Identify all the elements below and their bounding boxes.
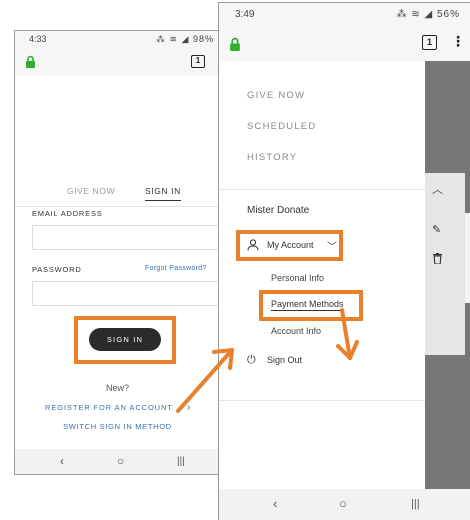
power-icon: ⏻ (247, 354, 256, 366)
lock-icon (230, 37, 240, 51)
switch-sign-in-method-link[interactable]: SWITCH SIGN IN METHOD (15, 422, 220, 431)
drawer-divider-bottom (219, 400, 425, 401)
background-card-edge (465, 213, 470, 303)
forgot-password-link[interactable]: Forgot Password? (145, 265, 207, 272)
password-field[interactable] (32, 281, 220, 306)
submenu-payment-methods[interactable]: Payment Methods (271, 299, 344, 311)
sign-in-button[interactable]: SIGN IN (89, 328, 161, 351)
phone-sign-in-screen: 4:33 ⁂ ≋ ◢ 98% 1 GIVE NOW SIGN IN EMAIL … (14, 30, 221, 475)
menu-item-scheduled[interactable]: SCHEDULED (247, 121, 316, 132)
drawer-divider (219, 189, 425, 190)
tabs-counter-icon[interactable]: 1 (422, 35, 437, 50)
status-bar: 3:49 ⁂ ≋ ◢ 56% (219, 3, 470, 27)
status-bar: 4:33 ⁂ ≋ ◢ 98% (15, 31, 220, 48)
email-field[interactable] (32, 225, 220, 250)
status-time: 4:33 (29, 34, 47, 44)
pencil-icon: ✎ (432, 224, 442, 236)
menu-item-give-now[interactable]: GIVE NOW (247, 90, 305, 101)
tab-give-now[interactable]: GIVE NOW (67, 186, 115, 196)
nav-home-icon[interactable]: ○ (339, 496, 347, 511)
browser-toolbar: 1 ⋮ (219, 27, 470, 61)
status-icons: ⁂ ≋ ◢ 56% (396, 9, 460, 20)
sign-in-tab-bar: GIVE NOW SIGN IN (15, 181, 220, 207)
tab-sign-in[interactable]: SIGN IN (145, 186, 181, 201)
kebab-menu-icon[interactable]: ⋮ (451, 33, 465, 50)
register-link[interactable]: REGISTER FOR AN ACCOUNT (45, 403, 173, 412)
tabs-counter-icon[interactable]: 1 (191, 55, 205, 68)
lock-icon (26, 55, 35, 68)
chevron-up-icon: ︿ (432, 184, 443, 196)
android-nav-bar: ‹ ○ ||| (15, 449, 220, 474)
nav-home-icon[interactable]: ○ (117, 454, 124, 468)
new-prompt: New? (105, 383, 129, 393)
user-name: Mister Donate (247, 205, 310, 216)
menu-item-history[interactable]: HISTORY (247, 152, 297, 163)
tutorial-canvas: 4:33 ⁂ ≋ ◢ 98% 1 GIVE NOW SIGN IN EMAIL … (0, 0, 470, 520)
trash-icon (433, 253, 442, 264)
submenu-personal-info[interactable]: Personal Info (271, 273, 324, 283)
submenu-account-info[interactable]: Account Info (271, 326, 321, 336)
status-icons: ⁂ ≋ ◢ 98% (156, 34, 214, 44)
android-nav-bar: ‹ ○ ||| (219, 489, 470, 520)
nav-recent-icon[interactable]: ||| (411, 498, 420, 510)
phone-account-menu-screen: 3:49 ⁂ ≋ ◢ 56% 1 ⋮ ︿ ✎ GIVE NOW SCHEDULE… (218, 2, 470, 520)
chevron-down-icon[interactable]: ﹀ (327, 238, 337, 253)
email-label: EMAIL ADDRESS (32, 209, 103, 218)
background-card (425, 173, 465, 355)
chevron-right-icon: › (187, 402, 191, 413)
status-time: 3:49 (235, 9, 255, 20)
my-account-toggle[interactable]: My Account (267, 240, 314, 250)
nav-back-icon[interactable]: ‹ (60, 454, 64, 468)
person-icon (247, 239, 259, 251)
browser-toolbar: 1 (15, 48, 220, 76)
password-label: PASSWORD (32, 265, 82, 274)
nav-back-icon[interactable]: ‹ (273, 496, 277, 511)
nav-recent-icon[interactable]: ||| (177, 456, 185, 467)
sign-out-link[interactable]: Sign Out (267, 355, 302, 365)
